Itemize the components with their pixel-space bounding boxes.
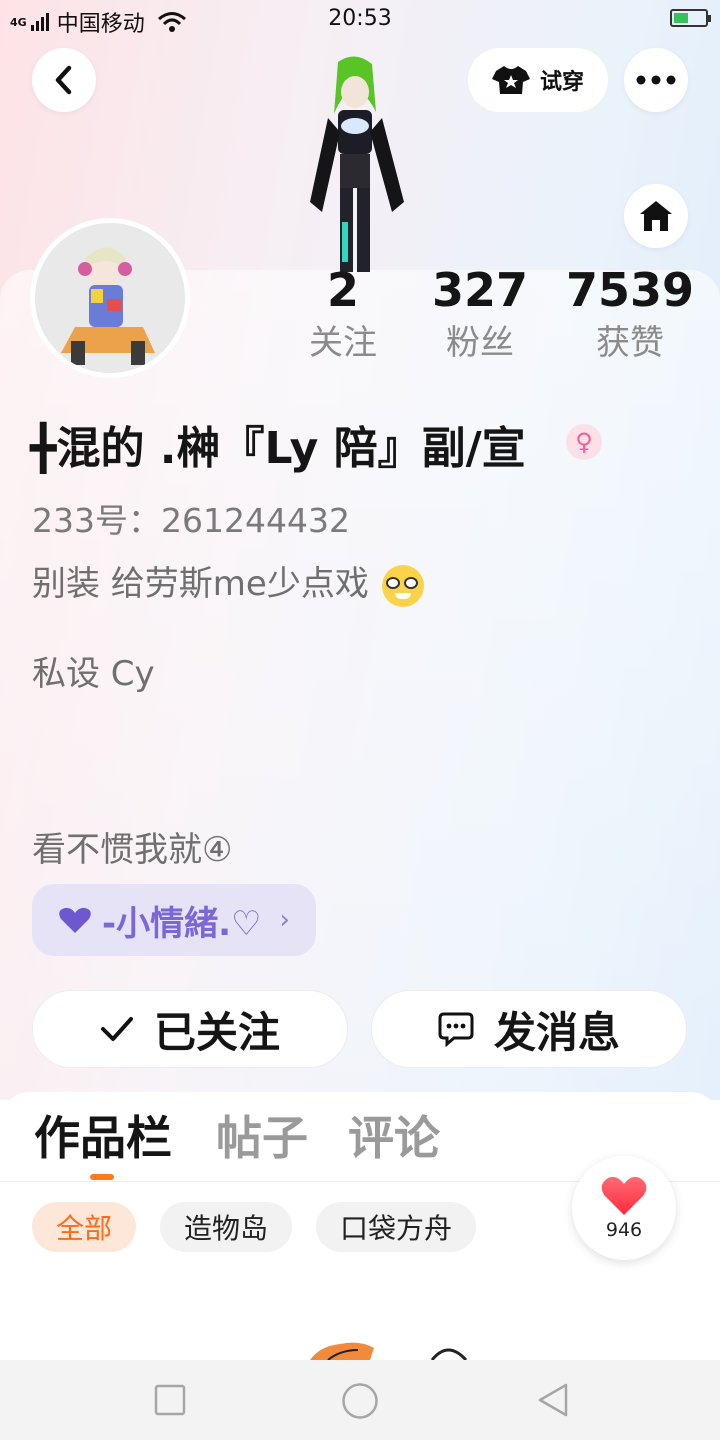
- mood-status-chip[interactable]: -小情緒.♡ ›: [32, 884, 316, 956]
- like-badge[interactable]: 946: [572, 1156, 676, 1260]
- like-count: 946: [605, 1219, 643, 1241]
- profile-avatar[interactable]: [30, 218, 190, 378]
- system-nav-bar: [0, 1360, 720, 1440]
- stat-followers[interactable]: 327 粉丝: [420, 262, 540, 368]
- status-bar: 4G 中国移动 20:53: [0, 0, 720, 40]
- chevron-right-icon: ›: [279, 905, 290, 935]
- following-label: 关注: [309, 323, 377, 363]
- followed-button[interactable]: 已关注: [32, 990, 348, 1068]
- filter-pocket-ark[interactable]: 口袋方舟: [316, 1202, 477, 1252]
- heart-icon: [601, 1176, 647, 1215]
- active-tab-indicator: [90, 1174, 114, 1180]
- shirt-icon: [491, 66, 530, 94]
- message-button[interactable]: 发消息: [371, 990, 687, 1068]
- likes-label: 获赞: [596, 323, 664, 363]
- back-nav-icon[interactable]: [536, 1382, 570, 1418]
- try-on-button[interactable]: 试穿: [468, 48, 608, 112]
- tab-works[interactable]: 作品栏: [34, 1106, 172, 1170]
- home-nav-icon[interactable]: [341, 1382, 379, 1420]
- username: ╋混的 .榊『Ly 陪』副/宣: [30, 423, 526, 474]
- chevron-left-icon: [55, 65, 72, 95]
- bio-line-1: 别装 给劳斯me少点戏: [32, 556, 424, 607]
- more-button[interactable]: [624, 48, 688, 112]
- back-button[interactable]: [32, 48, 96, 112]
- nerd-face-icon: [381, 564, 424, 607]
- battery-icon: [670, 9, 711, 27]
- bio-text-1: 别装 给劳斯me少点戏: [32, 564, 369, 604]
- try-on-label: 试穿: [539, 70, 584, 95]
- stat-likes[interactable]: 7539 获赞: [566, 262, 694, 368]
- avatar-illustration: [35, 223, 185, 373]
- followers-count: 327: [431, 263, 529, 317]
- tab-comments[interactable]: 评论: [348, 1106, 440, 1170]
- likes-count: 7539: [566, 263, 695, 317]
- followed-label: 已关注: [153, 1007, 280, 1057]
- female-icon: ♀: [566, 424, 602, 460]
- user-id: 233号：261244432: [32, 501, 350, 540]
- home-button[interactable]: [624, 184, 688, 248]
- home-icon: [640, 201, 672, 231]
- character-figure: [310, 56, 404, 272]
- message-label: 发消息: [493, 1007, 620, 1057]
- bio-line-3: 看不惯我就④: [32, 830, 233, 870]
- content-preview-edge: [310, 1342, 468, 1360]
- filter-creation-island[interactable]: 造物岛: [160, 1202, 293, 1252]
- mood-label: -小情緒.♡: [102, 903, 262, 944]
- tab-posts[interactable]: 帖子: [216, 1106, 308, 1170]
- stat-following[interactable]: 2 关注: [298, 262, 388, 368]
- more-dots-icon: [636, 75, 676, 85]
- filter-all[interactable]: 全部: [32, 1202, 137, 1252]
- recents-icon[interactable]: [154, 1384, 186, 1416]
- avatar-3d-character[interactable]: [300, 52, 410, 272]
- check-icon: [100, 1017, 133, 1041]
- following-count: 2: [326, 263, 359, 317]
- bio-line-2: 私设 Cy: [32, 654, 155, 694]
- followers-label: 粉丝: [446, 323, 514, 363]
- chat-bubble-icon: [438, 1012, 474, 1047]
- battery-level: [674, 13, 688, 23]
- heart-icon: [59, 907, 91, 933]
- clock: 20:53: [328, 6, 392, 31]
